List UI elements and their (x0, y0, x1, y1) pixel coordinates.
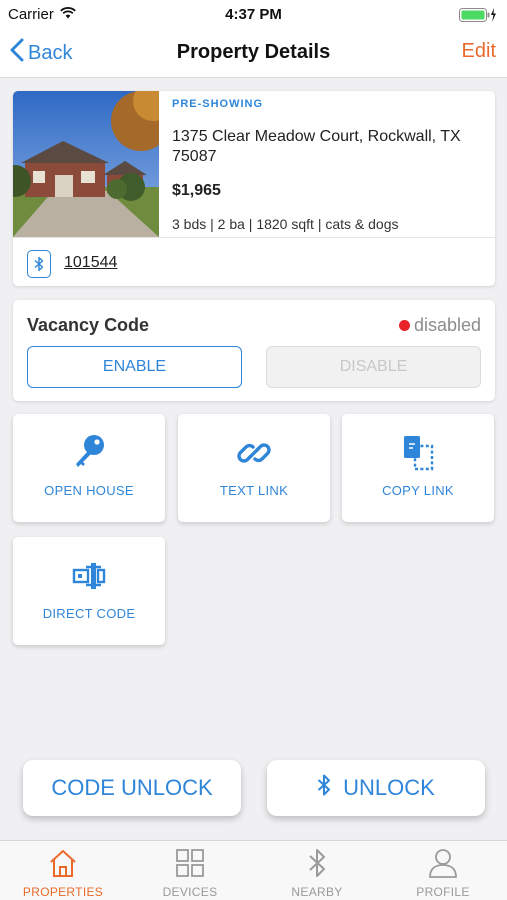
bluetooth-icon (317, 774, 331, 802)
status-time: 4:37 PM (225, 6, 282, 23)
code-unlock-button[interactable]: CODE UNLOCK (23, 760, 241, 816)
person-icon (380, 846, 506, 880)
tab-nearby-label: NEARBY (291, 885, 343, 899)
battery-charging-icon (459, 7, 497, 23)
tab-properties[interactable]: PROPERTIES (0, 841, 126, 900)
edit-button[interactable]: Edit (462, 40, 496, 63)
link-icon (178, 434, 330, 472)
key-icon (13, 434, 165, 472)
vacancy-code-title: Vacancy Code (27, 315, 150, 335)
unlock-button[interactable]: UNLOCK (267, 760, 485, 816)
vacancy-code-card: Vacancy Code disabled ENABLE DISABLE (13, 300, 495, 401)
navigation-bar: Back Property Details Edit (0, 30, 507, 78)
property-specs: 3 bds | 2 ba | 1820 sqft | cats & dogs (172, 216, 399, 232)
tab-profile-label: PROFILE (416, 885, 470, 899)
grid-icon (127, 846, 253, 880)
status-dot-icon (398, 320, 410, 331)
tab-devices[interactable]: DEVICES (127, 841, 253, 900)
property-price: $1,965 (172, 182, 221, 199)
direct-code-label: DIRECT CODE (42, 606, 136, 621)
copy-link-label: COPY LINK (382, 483, 454, 498)
text-link-label: TEXT LINK (219, 483, 289, 498)
copy-icon (342, 434, 494, 472)
property-address: 1375 Clear Meadow Court, Rockwall, TX 75… (172, 128, 461, 165)
vacancy-status-label: disabled (413, 315, 481, 335)
enable-button[interactable]: ENABLE (27, 346, 242, 388)
code-unlock-label: CODE UNLOCK (51, 775, 213, 800)
disable-button: DISABLE (266, 346, 481, 388)
property-photo (13, 91, 159, 237)
copy-link-button[interactable]: COPY LINK (342, 414, 494, 522)
text-link-button[interactable]: TEXT LINK (178, 414, 330, 522)
direct-code-button[interactable]: DIRECT CODE (13, 537, 165, 645)
property-card[interactable]: PRE-SHOWING 1375 Clear Meadow Court, Roc… (13, 91, 495, 286)
keypad-icon (13, 557, 165, 595)
tab-devices-label: DEVICES (162, 885, 218, 899)
tab-properties-label: PROPERTIES (22, 885, 104, 899)
open-house-button[interactable]: OPEN HOUSE (13, 414, 165, 522)
tab-bar: PROPERTIES DEVICES NEARBY PROFILE (0, 840, 507, 900)
page-title: Property Details (176, 41, 331, 63)
divider (13, 237, 495, 238)
listing-status: PRE-SHOWING (172, 98, 264, 110)
device-id-link[interactable]: 101544 (64, 254, 117, 272)
bluetooth-icon (27, 250, 51, 278)
unlock-label: UNLOCK (343, 775, 435, 800)
tab-profile[interactable]: PROFILE (380, 841, 506, 900)
open-house-label: OPEN HOUSE (44, 483, 134, 498)
status-bar: Carrier 4:37 PM (0, 0, 507, 30)
bluetooth-icon (254, 846, 380, 880)
home-icon (0, 846, 126, 880)
vacancy-status: disabled (398, 315, 481, 336)
tab-nearby[interactable]: NEARBY (254, 841, 380, 900)
